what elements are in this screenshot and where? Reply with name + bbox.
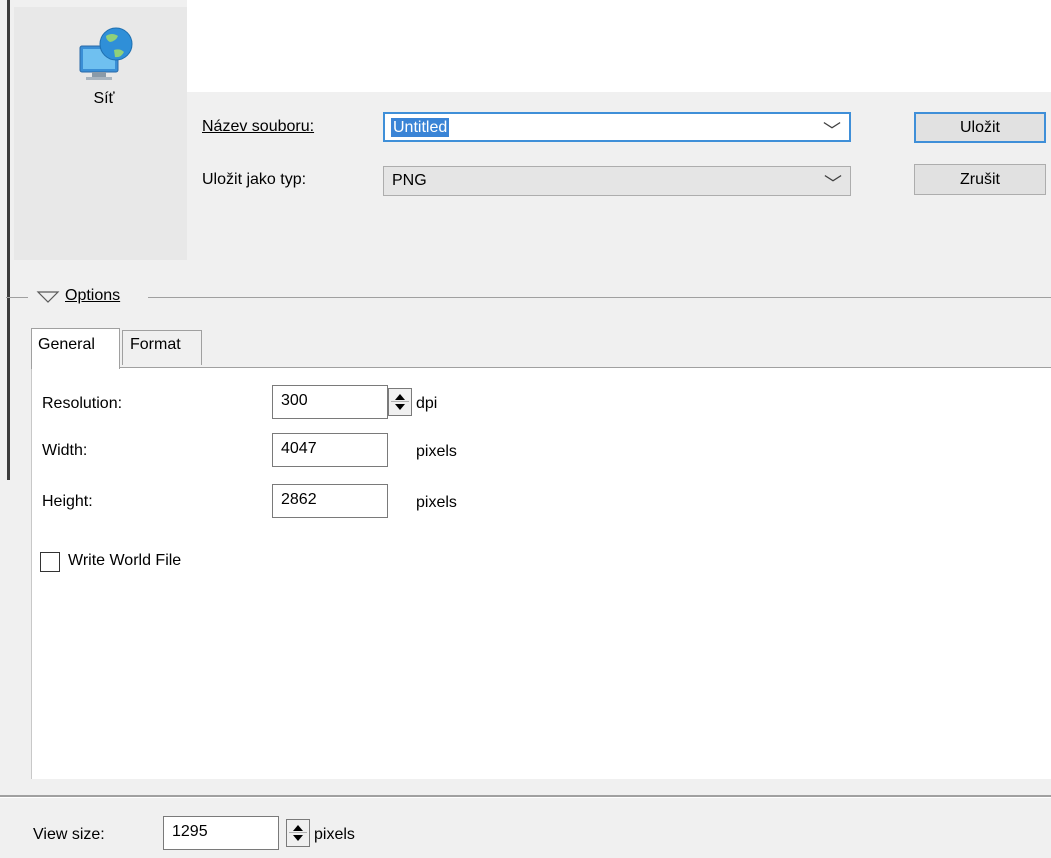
tab-format[interactable]: Format <box>122 330 202 365</box>
save-type-label: Uložit jako typ: <box>202 171 307 188</box>
spinner-divider <box>391 401 409 402</box>
options-label: Options <box>65 287 121 304</box>
spin-up-icon[interactable] <box>395 394 405 400</box>
file-name-value[interactable]: Untitled <box>391 118 450 137</box>
options-toggle[interactable]: Options <box>65 287 120 305</box>
general-tab-panel <box>31 367 1051 779</box>
height-unit: pixels <box>416 494 457 511</box>
resolution-spinner[interactable] <box>388 388 412 416</box>
bottom-divider-highlight <box>0 797 1051 798</box>
resolution-label: Resolution: <box>42 395 123 412</box>
save-type-value: PNG <box>392 172 427 189</box>
network-icon <box>79 27 133 80</box>
resolution-unit: dpi <box>416 395 438 412</box>
width-input[interactable]: 4047 <box>272 433 388 467</box>
spin-down-icon[interactable] <box>395 404 405 410</box>
spin-up-icon[interactable] <box>293 825 303 831</box>
height-label: Height: <box>42 493 93 510</box>
places-network-label: Síť <box>93 90 115 107</box>
view-size-label: View size: <box>33 826 105 843</box>
chevron-down-icon[interactable]: ﹀ <box>824 170 842 196</box>
places-network[interactable]: Síť <box>62 22 146 112</box>
window-left-edge <box>7 0 10 480</box>
spin-down-icon[interactable] <box>293 835 303 841</box>
width-unit: pixels <box>416 443 457 460</box>
options-divider <box>148 297 1051 298</box>
save-button[interactable]: Uložit <box>914 112 1046 143</box>
file-list-area[interactable] <box>187 0 1051 92</box>
file-name-combo[interactable]: Untitled ﹀ <box>383 112 851 142</box>
world-file-label[interactable]: Write World File <box>68 552 181 570</box>
world-file-checkbox[interactable] <box>40 552 60 572</box>
spinner-divider <box>289 832 307 833</box>
height-input[interactable]: 2862 <box>272 484 388 518</box>
file-name-label-text: Název souboru: <box>202 118 315 135</box>
save-type-combo[interactable]: PNG ﹀ <box>383 166 851 196</box>
view-size-unit: pixels <box>314 826 355 843</box>
collapse-triangle-icon[interactable] <box>36 289 60 305</box>
view-size-input[interactable]: 1295 <box>163 816 279 850</box>
chevron-down-icon[interactable]: ﹀ <box>823 117 841 143</box>
resolution-input[interactable]: 300 <box>272 385 388 419</box>
width-label: Width: <box>42 442 88 459</box>
cancel-button[interactable]: Zrušit <box>914 164 1046 195</box>
file-name-label: Název souboru: <box>202 118 314 136</box>
options-divider <box>6 297 28 298</box>
tab-general[interactable]: General <box>31 328 120 369</box>
view-size-spinner[interactable] <box>286 819 310 847</box>
